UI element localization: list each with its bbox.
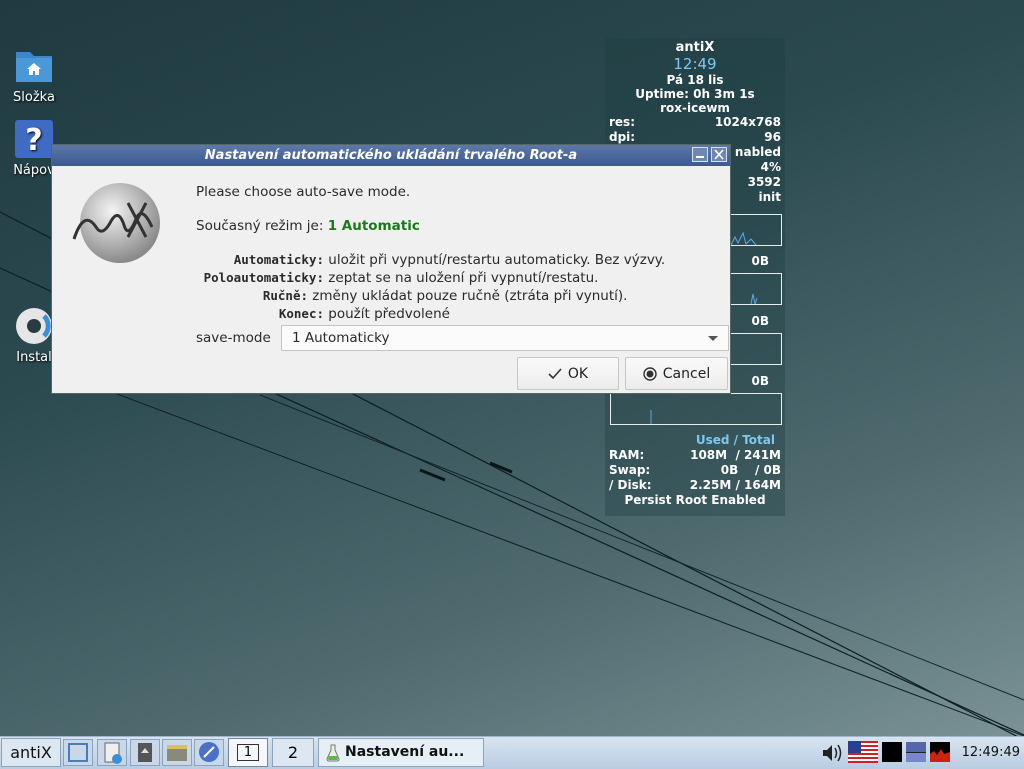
taskbar: antiX 1 2 Nastavení au... 12:49:49 (0, 736, 1024, 769)
ok-label: OK (567, 365, 589, 382)
keyboard-layout-flag-icon[interactable] (848, 741, 878, 763)
taskbar-clock[interactable]: 12:49:49 (962, 737, 1020, 768)
current-mode-label: Současný režim je: (196, 218, 324, 234)
archive-icon (167, 745, 187, 761)
mem-row-swap: Swap: 0B / 0B (609, 463, 781, 477)
autosave-dialog: Nastavení automatického ukládání trvaléh… (51, 144, 731, 394)
close-button[interactable] (711, 147, 727, 162)
current-mode-line: Současný režim je: 1 Automatic (196, 218, 420, 234)
terminal-tray-icon[interactable] (882, 742, 902, 762)
minimize-icon (696, 156, 704, 158)
current-mode-value: 1 Automatic (327, 218, 420, 234)
net-up-label: 0B (751, 314, 770, 328)
save-mode-label: save-mode (196, 330, 271, 346)
workspace-1-button[interactable]: 1 (228, 738, 268, 767)
desktop-icon-label: Nápov (13, 163, 55, 178)
conky-wm: rox-icewm (660, 101, 730, 115)
help-icon: ? (14, 119, 54, 159)
desktop-icon-label: Složka (13, 90, 55, 105)
network-monitor-icon[interactable] (906, 742, 926, 762)
save-mode-value: 1 Automaticky (292, 330, 390, 346)
ok-button[interactable]: OK (517, 357, 619, 390)
browser-launcher[interactable] (194, 739, 224, 766)
conky-row: res: 1024x768 (609, 115, 781, 129)
chevron-down-icon (708, 336, 718, 341)
cancel-button[interactable]: Cancel (625, 357, 728, 390)
terminal-launcher[interactable] (130, 739, 160, 766)
task-button-autosave[interactable]: Nastavení au... (318, 738, 484, 767)
fullscreen-icon (68, 743, 88, 762)
volume-icon[interactable] (820, 742, 844, 764)
save-mode-select[interactable]: 1 Automaticky (281, 325, 729, 351)
disk-label: 0B (751, 374, 770, 388)
file-manager-launcher[interactable] (97, 739, 127, 766)
flask-icon (326, 744, 340, 762)
show-desktop-button[interactable] (63, 739, 93, 766)
eject-icon (138, 743, 152, 762)
installer-icon (14, 306, 54, 346)
mode-description: Automaticky: uložit při vypnutí/restartu… (196, 251, 666, 323)
mem-row-ram: RAM: 108M / 241M (609, 448, 781, 462)
mode-row-auto: Automaticky: uložit při vypnutí/restartu… (233, 252, 666, 268)
dialog-titlebar[interactable]: Nastavení automatického ukládání trvaléh… (52, 145, 730, 166)
desktop-icon-folder[interactable]: Složka (4, 46, 64, 105)
svg-text:?: ? (25, 123, 42, 158)
conky-hostname: antiX (675, 40, 715, 55)
compass-icon (199, 742, 219, 762)
mode-row-exit: Konec: použít předvolené (278, 306, 450, 322)
conky-date: Pá 18 lis (666, 73, 724, 87)
cancel-label: Cancel (662, 365, 711, 382)
workspace-2-button[interactable]: 2 (272, 738, 314, 767)
cancel-icon (643, 366, 657, 381)
antix-logo-icon (68, 181, 160, 265)
dialog-title: Nastavení automatického ukládání trvaléh… (204, 148, 578, 163)
mem-header: Used / Total (695, 433, 775, 447)
conky-row: dpi: 96 (609, 130, 781, 144)
mem-row-disk: / Disk: 2.25M / 164M (609, 478, 781, 492)
start-menu-button[interactable]: antiX (1, 738, 61, 767)
mode-row-semi: Poloautomaticky: zeptat se na uložení př… (203, 270, 599, 286)
dialog-prompt: Please choose auto-save mode. (196, 184, 411, 200)
minimize-button[interactable] (692, 147, 708, 162)
folder-icon (14, 46, 54, 86)
disk-graph (610, 393, 782, 425)
persist-status: Persist Root Enabled (624, 493, 766, 507)
conky-uptime: Uptime: 0h 3m 1s (635, 87, 755, 101)
conky-time: 12:49 (673, 55, 717, 73)
check-icon (548, 367, 562, 379)
file-manager-icon (104, 742, 122, 764)
mode-row-manual: Ručně: změny ukládat pouze ručně (ztráta… (262, 288, 628, 304)
net-down-label: 0B (751, 254, 770, 268)
cpu-monitor-icon[interactable] (930, 742, 950, 762)
close-icon (714, 149, 724, 160)
desktop-icon-label: Instal (16, 350, 52, 365)
archive-launcher[interactable] (162, 739, 192, 766)
